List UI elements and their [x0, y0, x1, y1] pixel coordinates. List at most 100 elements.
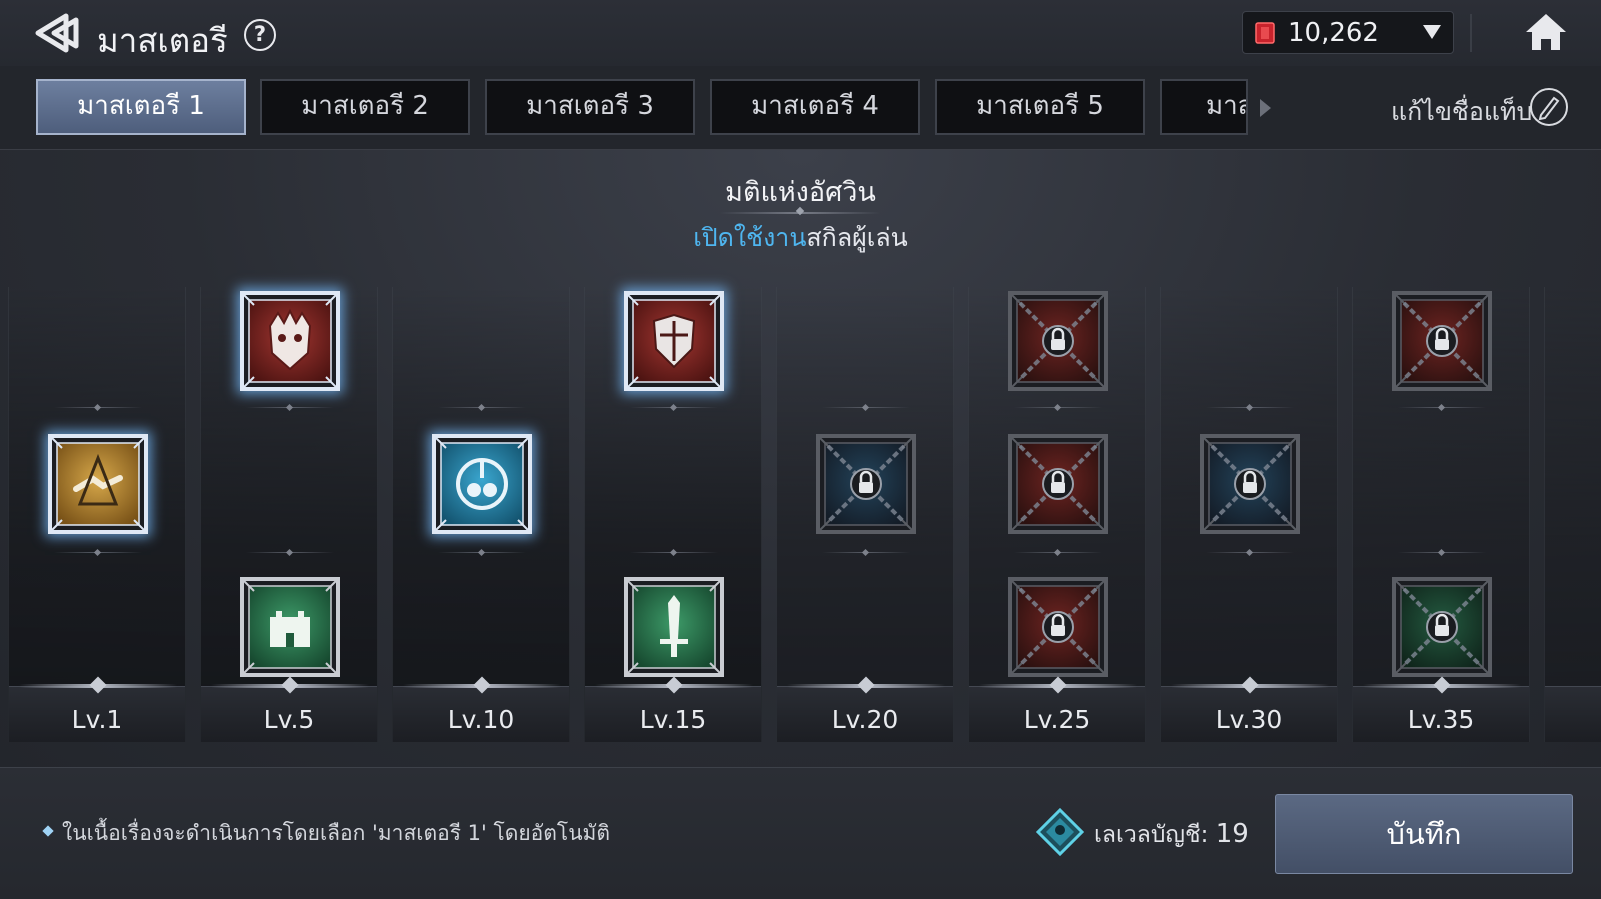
auto-select-notice: ในเนื้อเรื่องจะดำเนินการโดยเลือก 'มาสเตอ… — [62, 821, 611, 845]
level-label: Lv.35 — [1407, 705, 1475, 734]
column-base: Lv.30 — [1161, 676, 1337, 742]
skill-slot[interactable] — [240, 291, 340, 391]
column-base-diamond — [857, 676, 875, 694]
skill-slot-locked[interactable] — [1392, 291, 1492, 391]
row-separator — [630, 407, 718, 408]
mastery-panel: มติแห่งอัศวิน เปิดใช้งานสกิลผู้เล่น Lv.1… — [0, 150, 1601, 767]
level-label: Lv.10 — [447, 705, 515, 734]
column-base-diamond — [473, 676, 491, 694]
save-button[interactable]: บันทึก — [1275, 794, 1573, 874]
page-title: มาสเตอรี — [97, 21, 228, 60]
skill-slot-locked[interactable] — [1008, 291, 1108, 391]
shield-icon — [624, 291, 724, 391]
column-base — [1545, 686, 1601, 742]
row-separator — [54, 552, 142, 553]
bottom-bar: ในเนื้อเรื่องจะดำเนินการโดยเลือก 'มาสเตอ… — [0, 767, 1601, 899]
level-column: Lv.15 — [584, 287, 762, 742]
row-separator — [246, 552, 334, 553]
bullet-icon — [42, 825, 54, 837]
skill-slot[interactable] — [624, 577, 724, 677]
level-column: Lv.35 — [1352, 287, 1530, 742]
row-separator — [54, 407, 142, 408]
lock-icon — [816, 434, 916, 534]
level-label: Lv.5 — [263, 705, 315, 734]
skill-slot-locked[interactable] — [816, 434, 916, 534]
back-button[interactable] — [32, 12, 84, 54]
potion-icon — [432, 434, 532, 534]
row-separator — [822, 407, 910, 408]
account-level-label: เลเวลบัญชี: — [1094, 822, 1209, 848]
skill-slot[interactable] — [240, 577, 340, 677]
sword-icon — [624, 577, 724, 677]
tab-mastery-4[interactable]: มาสเตอรี 4 — [710, 79, 920, 135]
skill-slot-locked[interactable] — [1200, 434, 1300, 534]
tab-mastery-3[interactable]: มาสเตอรี 3 — [485, 79, 695, 135]
lock-icon — [1008, 577, 1108, 677]
level-column: Lv.20 — [776, 287, 954, 742]
account-level: เลเวลบัญชี: 19 — [1094, 817, 1249, 853]
column-base-diamond — [281, 676, 299, 694]
column-base-diamond — [1241, 676, 1259, 694]
row-separator — [630, 552, 718, 553]
column-base-diamond — [1433, 676, 1451, 694]
column-base: Lv.25 — [969, 676, 1145, 742]
account-level-icon — [1036, 808, 1084, 856]
level-label: Lv.30 — [1215, 705, 1283, 734]
lock-icon — [1200, 434, 1300, 534]
tab-mastery-5[interactable]: มาสเตอรี 5 — [935, 79, 1145, 135]
tab-mastery-1[interactable]: มาสเตอรี 1 — [36, 79, 246, 135]
top-bar: มาสเตอรี ? 10,262 — [0, 0, 1601, 66]
skill-slot[interactable] — [624, 291, 724, 391]
column-base: Lv.35 — [1353, 676, 1529, 742]
section-subtitle: เปิดใช้งานสกิลผู้เล่น — [0, 218, 1601, 258]
demon-mask-icon — [240, 291, 340, 391]
level-column-partial — [1544, 287, 1601, 742]
help-button[interactable]: ? — [244, 19, 276, 51]
level-label: Lv.1 — [71, 705, 123, 734]
level-column: Lv.25 — [968, 287, 1146, 742]
tab-mastery-2[interactable]: มาสเตอรี 2 — [260, 79, 470, 135]
level-label: Lv.25 — [1023, 705, 1091, 734]
level-column: Lv.10 — [392, 287, 570, 742]
lock-icon — [1392, 577, 1492, 677]
chevron-down-icon — [1423, 25, 1441, 39]
row-separator — [438, 407, 526, 408]
subtitle-rest: สกิลผู้เล่น — [806, 223, 908, 252]
row-separator — [1206, 407, 1294, 408]
row-separator — [1398, 552, 1486, 553]
castle-icon — [240, 577, 340, 677]
column-base: Lv.10 — [393, 676, 569, 742]
home-button[interactable] — [1524, 12, 1568, 52]
skill-slot[interactable] — [432, 434, 532, 534]
currency-selector[interactable]: 10,262 — [1242, 11, 1454, 54]
column-base-diamond — [665, 676, 683, 694]
column-base: Lv.20 — [777, 676, 953, 742]
red-gem-icon — [1255, 22, 1275, 44]
rename-button[interactable] — [1530, 88, 1568, 126]
row-separator — [438, 552, 526, 553]
skill-slot-locked[interactable] — [1008, 577, 1108, 677]
column-base: Lv.1 — [9, 676, 185, 742]
column-base-diamond — [89, 676, 107, 694]
back-arrow-icon — [35, 13, 79, 53]
chevron-right-icon[interactable] — [1260, 99, 1271, 117]
rename-tab-label[interactable]: แก้ไขชื่อแท็บ — [1391, 92, 1532, 132]
column-base: Lv.5 — [201, 676, 377, 742]
subtitle-highlight: เปิดใช้งาน — [693, 223, 807, 252]
skill-slot-locked[interactable] — [1392, 577, 1492, 677]
divider — [1470, 14, 1472, 52]
tab-mastery-6[interactable]: มาส — [1160, 79, 1248, 135]
skill-slot-locked[interactable] — [1008, 434, 1108, 534]
row-separator — [822, 552, 910, 553]
tab-bar: มาสเตอรี 1 มาสเตอรี 2 มาสเตอรี 3 มาสเตอร… — [0, 66, 1601, 150]
pen-icon — [1538, 96, 1560, 121]
lock-icon — [1392, 291, 1492, 391]
account-level-value: 19 — [1215, 819, 1249, 849]
row-separator — [1398, 407, 1486, 408]
row-separator — [1206, 552, 1294, 553]
level-label: Lv.20 — [831, 705, 899, 734]
handshake-icon — [48, 434, 148, 534]
skill-slot[interactable] — [48, 434, 148, 534]
level-column: Lv.1 — [8, 287, 186, 742]
row-separator — [1014, 552, 1102, 553]
